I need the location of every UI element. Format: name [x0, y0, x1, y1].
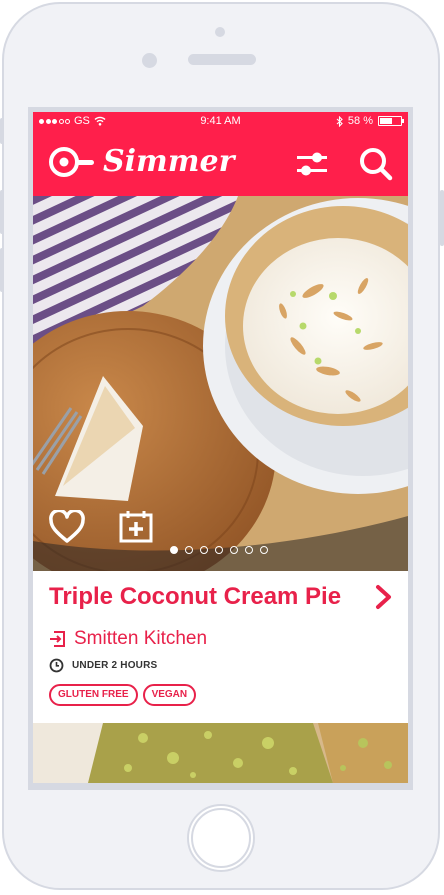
app-name: Simmer	[103, 144, 235, 179]
skillet-logo-icon	[49, 147, 94, 177]
source-name[interactable]: Smitten Kitchen	[74, 628, 207, 650]
recipe-title[interactable]: Triple Coconut Cream Pie	[49, 582, 341, 612]
app-screen: GS 9:41 AM 58 % Simmer Triple Coconut Cr…	[33, 112, 408, 783]
proximity-sensor	[142, 53, 157, 68]
recipe-source[interactable]: Smitten Kitchen	[49, 628, 207, 650]
bluetooth-icon	[336, 115, 343, 127]
next-recipe-image	[33, 723, 408, 783]
next-recipe-photo[interactable]	[33, 723, 408, 783]
heart-favorite-icon[interactable]	[49, 510, 85, 544]
search-icon[interactable]	[355, 144, 395, 184]
recipe-photo-carousel[interactable]	[33, 196, 408, 571]
battery-percent: 58 %	[347, 115, 373, 127]
page-dot[interactable]	[245, 546, 253, 554]
cook-time-label: UNDER 2 HOURS	[72, 660, 158, 671]
chevron-right-icon[interactable]	[373, 584, 395, 610]
calendar-add-icon[interactable]	[119, 509, 153, 543]
volume-down-button	[0, 248, 4, 292]
page-dot[interactable]	[185, 546, 193, 554]
app-header: Simmer	[33, 132, 408, 196]
clock-icon	[49, 658, 64, 673]
home-button[interactable]	[187, 804, 255, 872]
page-dot[interactable]	[200, 546, 208, 554]
cook-time: UNDER 2 HOURS	[49, 658, 157, 673]
recipe-card[interactable]: Triple Coconut Cream Pie Smitten Kitchen…	[33, 571, 408, 723]
source-link-icon	[50, 631, 65, 647]
front-camera	[215, 27, 225, 37]
tag-vegan[interactable]: VEGAN	[142, 684, 197, 706]
page-dot[interactable]	[260, 546, 268, 554]
page-dot[interactable]	[230, 546, 238, 554]
filter-sliders-icon[interactable]	[291, 144, 331, 184]
volume-up-button	[0, 190, 4, 234]
power-button	[440, 190, 444, 246]
tag-gluten-free[interactable]: GLUTEN FREE	[49, 684, 138, 706]
recipe-photo	[33, 196, 408, 571]
earpiece-speaker	[188, 54, 256, 65]
status-bar: GS 9:41 AM 58 %	[33, 112, 408, 132]
page-dot[interactable]	[170, 546, 178, 554]
page-dot[interactable]	[215, 546, 223, 554]
battery-icon	[378, 116, 404, 126]
photo-page-indicator[interactable]	[170, 546, 268, 554]
mute-switch	[0, 118, 4, 144]
diet-tags: GLUTEN FREE VEGAN	[49, 684, 197, 706]
